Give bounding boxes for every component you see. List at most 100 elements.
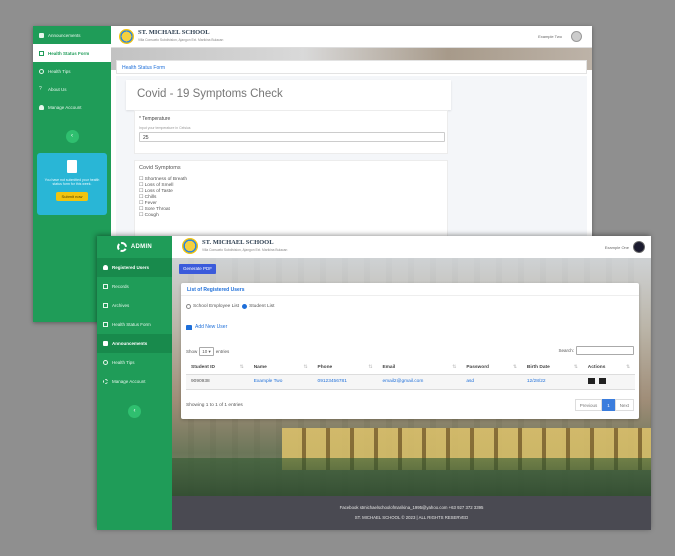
- sidebar-item-label: Records: [112, 284, 129, 289]
- sidebar-item-label: Manage Account: [48, 104, 82, 110]
- email-cell[interactable]: email2@gmail.com: [377, 374, 462, 390]
- column-header[interactable]: Student ID ⇅: [186, 361, 249, 375]
- sidebar-item-registered-users[interactable]: Registered Users: [97, 258, 172, 277]
- symptom-checkbox[interactable]: ☐ Cough: [139, 213, 443, 219]
- column-header[interactable]: Birth Date ⇅: [521, 361, 583, 375]
- footer-copyright: ST. MICHAEL SCHOOL © 2023 | ALL RIGHTS R…: [354, 515, 469, 520]
- form-icon: [39, 50, 44, 56]
- sidebar-item-label: Announcements: [48, 32, 81, 38]
- sidebar-item-announcements[interactable]: Announcements: [33, 26, 111, 44]
- collapse-sidebar-button[interactable]: ‹: [65, 130, 79, 143]
- column-header[interactable]: Name ⇅: [248, 361, 313, 375]
- name-cell[interactable]: Example Two: [248, 374, 313, 390]
- sidebar-item-manage-account[interactable]: Manage Account: [33, 98, 111, 116]
- reminder-text: You have not submitted your health statu…: [44, 178, 100, 186]
- school-logo: [119, 29, 134, 44]
- column-header[interactable]: Email ⇅: [377, 361, 462, 375]
- form-icon: [103, 322, 108, 327]
- previous-page-button[interactable]: Previous: [574, 399, 603, 411]
- add-user-button[interactable]: Add New User: [186, 324, 227, 330]
- password-cell[interactable]: asd: [461, 374, 522, 390]
- add-user-label: Add New User: [195, 324, 228, 330]
- temperature-hint: Input your temperature in Celsius: [139, 126, 191, 130]
- column-header[interactable]: Phone ⇅: [312, 361, 378, 375]
- avatar[interactable]: [633, 241, 645, 253]
- birth-date-cell[interactable]: 12/28/22: [521, 374, 583, 390]
- radio-label: School Employee List: [193, 304, 240, 309]
- column-header[interactable]: Actions ⇅: [582, 361, 635, 375]
- entries-select[interactable]: 10 ▾: [199, 347, 214, 356]
- sidebar-item-archives[interactable]: Archives: [97, 296, 172, 315]
- student-id-cell: 9090938: [186, 374, 249, 390]
- radio-student-list[interactable]: Student List: [242, 304, 274, 309]
- symptoms-title: Covid Symptoms: [139, 165, 181, 171]
- sidebar-item-records[interactable]: Records: [97, 277, 172, 296]
- sidebar-item-announcements[interactable]: Announcements: [97, 334, 172, 353]
- entries-value: 10: [202, 349, 208, 354]
- sidebar-item-health-tips[interactable]: Health Tips: [33, 62, 111, 80]
- user-icon: [39, 104, 44, 110]
- sidebar-item-manage-account[interactable]: Manage Account: [97, 372, 172, 391]
- entries-length: Show 10 ▾ entries: [186, 347, 229, 356]
- page-title: Covid - 19 Symptoms Check: [126, 80, 451, 110]
- user-name[interactable]: Example Two: [538, 34, 562, 39]
- admin-topbar: ST. MICHAEL SCHOOL Villa Consuelo Subdiv…: [172, 236, 651, 258]
- radio-school-employee-list[interactable]: School Employee List: [186, 304, 239, 309]
- admin-main: Generate PDF List of Registered Users Sc…: [172, 258, 651, 496]
- sidebar-item-about-us[interactable]: ? About Us: [33, 80, 111, 98]
- page-1-button[interactable]: 1: [602, 399, 615, 411]
- collapse-sidebar-button[interactable]: ‹: [128, 405, 141, 418]
- registered-users-panel: List of Registered Users School Employee…: [181, 283, 639, 419]
- users-icon: [103, 265, 108, 270]
- users-table: Student ID ⇅ Name ⇅ Phone ⇅ Email ⇅ Password…: [186, 361, 635, 390]
- temperature-section: * Temperature Input your temperature in …: [134, 110, 448, 154]
- phone-cell[interactable]: 09123456781: [312, 374, 378, 390]
- admin-sidebar: ADMIN Registered Users Records Archives …: [97, 236, 172, 530]
- brand-label: ADMIN: [130, 244, 153, 250]
- announcement-icon: [103, 341, 108, 346]
- radio-circle[interactable]: [242, 304, 248, 309]
- table-info: Showing 1 to 1 of 1 entries: [186, 403, 243, 408]
- sidebar-item-label: Health Tips: [48, 68, 71, 74]
- section-title: Health Status Form: [116, 60, 587, 74]
- school-name: ST. MICHAEL SCHOOL: [138, 29, 210, 36]
- archive-icon[interactable]: [599, 378, 607, 385]
- document-icon: [67, 160, 77, 173]
- sidebar-item-label: Manage Account: [112, 379, 146, 384]
- column-header[interactable]: Password ⇅: [461, 361, 522, 375]
- submission-reminder: You have not submitted your health statu…: [37, 153, 107, 215]
- next-page-button[interactable]: Next: [614, 399, 634, 411]
- sidebar-item-label: About Us: [48, 86, 67, 92]
- entries-label: entries: [215, 349, 230, 354]
- question-icon: ?: [39, 85, 42, 92]
- submit-now-button[interactable]: Submit now: [55, 192, 89, 201]
- eye-icon: [103, 360, 108, 365]
- generate-pdf-button[interactable]: Generate PDF: [179, 264, 216, 274]
- sidebar-item-health-status-form[interactable]: Health Status Form: [33, 44, 111, 62]
- edit-icon[interactable]: [587, 378, 595, 385]
- settings-icon: [103, 379, 108, 384]
- sidebar-item-health-status-form[interactable]: Health Status Form: [97, 315, 172, 334]
- table-row: 9090938 Example Two 09123456781 email2@g…: [186, 374, 635, 390]
- footer: Facebook stmichaelschoolofmarikina_1995@…: [172, 496, 651, 530]
- records-icon: [103, 284, 108, 289]
- temperature-input[interactable]: 25: [139, 132, 445, 142]
- temperature-label: * Temperature: [139, 116, 171, 122]
- sidebar-item-label: Health Status Form: [112, 322, 151, 327]
- sidebar-item-label: Registered Users: [112, 265, 150, 270]
- search-input[interactable]: [576, 346, 634, 355]
- sidebar-item-health-tips[interactable]: Health Tips: [97, 353, 172, 372]
- background-foliage: [172, 458, 651, 496]
- search-label: Search:: [558, 348, 574, 353]
- sidebar-item-label: Health Tips: [112, 360, 135, 365]
- admin-window: ADMIN Registered Users Records Archives …: [97, 236, 651, 530]
- user-name[interactable]: Example One: [605, 245, 629, 250]
- archive-icon: [103, 303, 108, 308]
- table-header-row: Student ID ⇅ Name ⇅ Phone ⇅ Email ⇅ Password…: [186, 361, 635, 375]
- show-label: Show: [186, 349, 198, 354]
- radio-circle[interactable]: [186, 304, 191, 309]
- announcement-icon: [39, 32, 44, 38]
- footer-contacts: Facebook stmichaelschoolofmarikina_1995@…: [339, 505, 484, 510]
- avatar[interactable]: [571, 31, 582, 42]
- admin-brand: ADMIN: [97, 236, 172, 258]
